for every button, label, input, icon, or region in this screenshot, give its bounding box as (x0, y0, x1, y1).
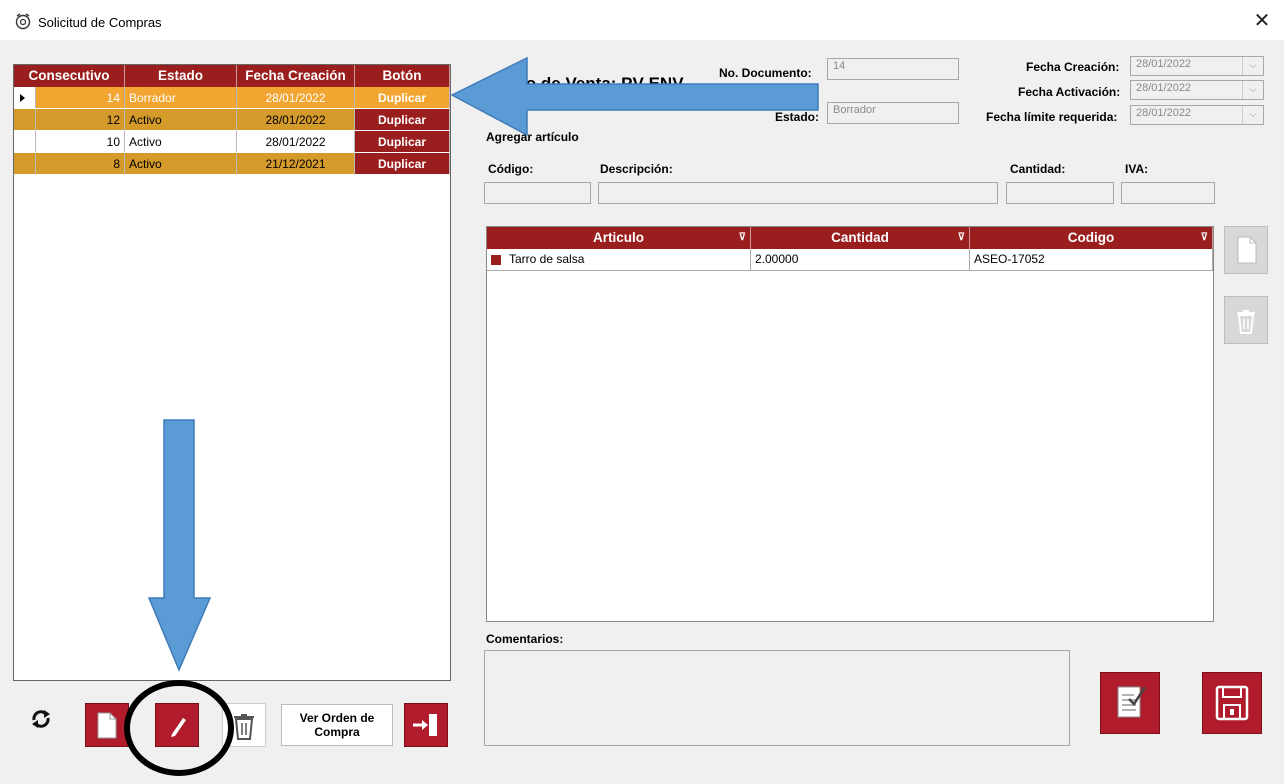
blue-arrow-annotation-left (450, 56, 819, 137)
annotation-overlay (124, 56, 819, 776)
black-circle-annotation (124, 680, 234, 776)
blue-arrow-annotation-down (147, 419, 212, 672)
